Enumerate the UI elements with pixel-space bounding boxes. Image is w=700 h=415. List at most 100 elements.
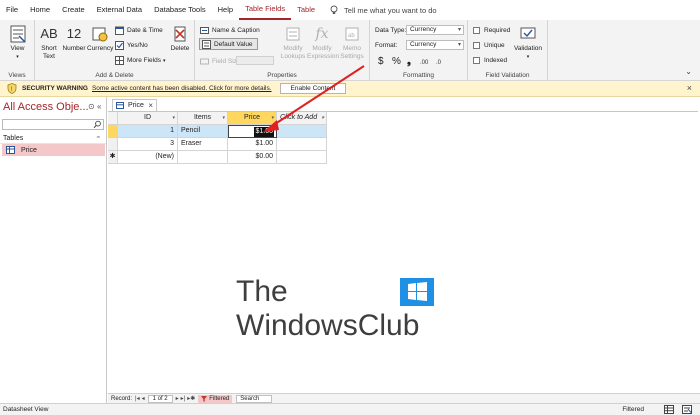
- cell-price[interactable]: $1.00: [228, 138, 277, 151]
- new-record-nav-icon[interactable]: ▸✱: [187, 395, 195, 402]
- first-record-icon[interactable]: |◂: [135, 395, 140, 402]
- security-warning-bar: ! SECURITY WARNING Some active content h…: [0, 81, 700, 97]
- close-icon[interactable]: ×: [148, 101, 153, 110]
- security-warning-title: SECURITY WARNING: [22, 85, 88, 92]
- tell-me-box[interactable]: Tell me what you want to do: [329, 5, 437, 15]
- cell-items[interactable]: Eraser: [178, 138, 228, 151]
- name-caption-button[interactable]: Name & Caption: [200, 25, 260, 36]
- next-record-icon[interactable]: ▸: [176, 395, 179, 402]
- table-row-new[interactable]: ✱ (New) $0.00: [108, 151, 327, 164]
- cell-add[interactable]: [277, 151, 327, 164]
- default-value-button[interactable]: Default Value: [199, 38, 258, 50]
- decrease-decimals-button[interactable]: .00: [420, 56, 432, 67]
- chevron-down-icon[interactable]: ▾: [321, 112, 324, 124]
- menu-bar: File Home Create External Data Database …: [0, 0, 700, 20]
- nav-group-tables[interactable]: Tables ≈: [0, 133, 106, 144]
- view-icon: [10, 25, 26, 43]
- record-label: Record:: [111, 395, 133, 402]
- menu-table[interactable]: Table: [291, 0, 321, 20]
- column-header-click-to-add[interactable]: Click to Add ▾: [277, 112, 327, 125]
- chevron-down-icon: ▾: [457, 27, 461, 33]
- menu-create[interactable]: Create: [56, 0, 91, 20]
- windows-logo-icon: [400, 278, 434, 306]
- more-fields-button[interactable]: More Fields ▾: [115, 55, 165, 66]
- more-fields-icon: [115, 56, 124, 65]
- menu-home[interactable]: Home: [24, 0, 56, 20]
- validation-button[interactable]: Validation ▾: [511, 23, 545, 61]
- calendar-icon: [115, 26, 124, 35]
- new-record-icon[interactable]: ✱: [108, 151, 118, 164]
- column-header-items[interactable]: Items ▾: [178, 112, 228, 125]
- menu-file[interactable]: File: [0, 0, 24, 20]
- data-type-select[interactable]: Currency ▾: [406, 25, 464, 35]
- table-icon: [6, 146, 15, 154]
- nav-search-input[interactable]: [2, 119, 104, 130]
- design-view-icon[interactable]: [682, 405, 692, 414]
- cell-items[interactable]: Pencil: [178, 125, 228, 138]
- nav-pane-title[interactable]: All Access Obje...: [3, 101, 89, 113]
- percent-format-button[interactable]: %: [392, 56, 401, 67]
- collapse-ribbon-icon[interactable]: ⌄: [685, 67, 692, 76]
- filtered-toggle[interactable]: Filtered: [198, 394, 233, 403]
- short-text-button[interactable]: AB Short Text: [38, 23, 60, 61]
- delete-button[interactable]: Delete: [168, 23, 192, 53]
- record-search-input[interactable]: Search: [236, 394, 273, 403]
- row-selector[interactable]: [108, 138, 118, 151]
- menu-database-tools[interactable]: Database Tools: [148, 0, 212, 20]
- ribbon: View ▾ Views AB Short Text 12 Number Cur…: [0, 20, 700, 81]
- chevron-down-icon[interactable]: ▾: [172, 112, 175, 124]
- number-button[interactable]: 12 Number: [61, 23, 87, 53]
- column-header-price[interactable]: Price ▾: [228, 112, 277, 125]
- menu-help[interactable]: Help: [212, 0, 239, 20]
- nav-item-price[interactable]: Price: [2, 144, 105, 156]
- nav-menu-icon[interactable]: ⊙: [88, 102, 95, 111]
- currency-format-button[interactable]: $: [378, 56, 384, 67]
- number-icon: 12: [66, 26, 82, 41]
- datasheet-view-icon[interactable]: [664, 405, 674, 414]
- comma-format-button[interactable]: ❟: [407, 56, 411, 67]
- chevron-down-icon[interactable]: ▾: [222, 112, 225, 124]
- menu-external-data[interactable]: External Data: [91, 0, 148, 20]
- row-selector[interactable]: [108, 125, 118, 138]
- currency-button[interactable]: Currency: [87, 23, 113, 53]
- nav-collapse-icon[interactable]: «: [97, 102, 101, 111]
- modify-lookups-button[interactable]: Modify Lookups: [279, 23, 307, 61]
- date-time-button[interactable]: Date & Time: [115, 25, 163, 36]
- table-row[interactable]: 1 Pencil $1.00: [108, 125, 327, 138]
- svg-text:.0: .0: [436, 60, 442, 66]
- field-size-input[interactable]: [236, 56, 274, 65]
- yes-no-button[interactable]: Yes/No: [115, 40, 148, 51]
- indexed-checkbox[interactable]: Indexed: [473, 55, 507, 66]
- cell-items[interactable]: [178, 151, 228, 164]
- checkbox-icon: [115, 41, 124, 50]
- cell-add[interactable]: [277, 125, 327, 138]
- close-icon[interactable]: ×: [687, 83, 692, 93]
- menu-table-fields[interactable]: Table Fields: [239, 0, 292, 20]
- view-button[interactable]: View ▾: [5, 23, 30, 61]
- watermark-line-2: WindowsClub: [236, 309, 420, 342]
- table-row[interactable]: 3 Eraser $1.00: [108, 138, 327, 151]
- increase-decimals-button[interactable]: .0: [436, 56, 448, 67]
- select-all-corner[interactable]: [108, 112, 118, 125]
- security-warning-link[interactable]: Some active content has been disabled. C…: [92, 85, 272, 92]
- cell-price-editing[interactable]: $1.00: [228, 125, 277, 138]
- format-select[interactable]: Currency ▾: [406, 40, 464, 50]
- cell-id[interactable]: 1: [118, 125, 178, 138]
- required-checkbox[interactable]: Required: [473, 25, 510, 36]
- last-record-icon[interactable]: ▸|: [181, 395, 186, 402]
- cell-price[interactable]: $0.00: [228, 151, 277, 164]
- record-position-input[interactable]: 1 of 2: [147, 394, 173, 403]
- cell-id[interactable]: (New): [118, 151, 178, 164]
- memo-settings-button[interactable]: ab Memo Settings: [338, 23, 366, 61]
- chevron-down-icon[interactable]: ▾: [271, 112, 274, 124]
- cell-id[interactable]: 3: [118, 138, 178, 151]
- cell-price-value: $1.00: [254, 127, 274, 137]
- unique-checkbox[interactable]: Unique: [473, 40, 505, 51]
- column-header-id[interactable]: ID ▾: [118, 112, 178, 125]
- enable-content-button[interactable]: Enable Content: [279, 83, 347, 94]
- tab-price[interactable]: Price ×: [112, 99, 157, 111]
- cell-add[interactable]: [277, 138, 327, 151]
- previous-record-icon[interactable]: ◂: [142, 395, 145, 402]
- decimals-icon: .0: [436, 60, 442, 66]
- modify-expression-button[interactable]: fx Modify Expression: [307, 23, 339, 61]
